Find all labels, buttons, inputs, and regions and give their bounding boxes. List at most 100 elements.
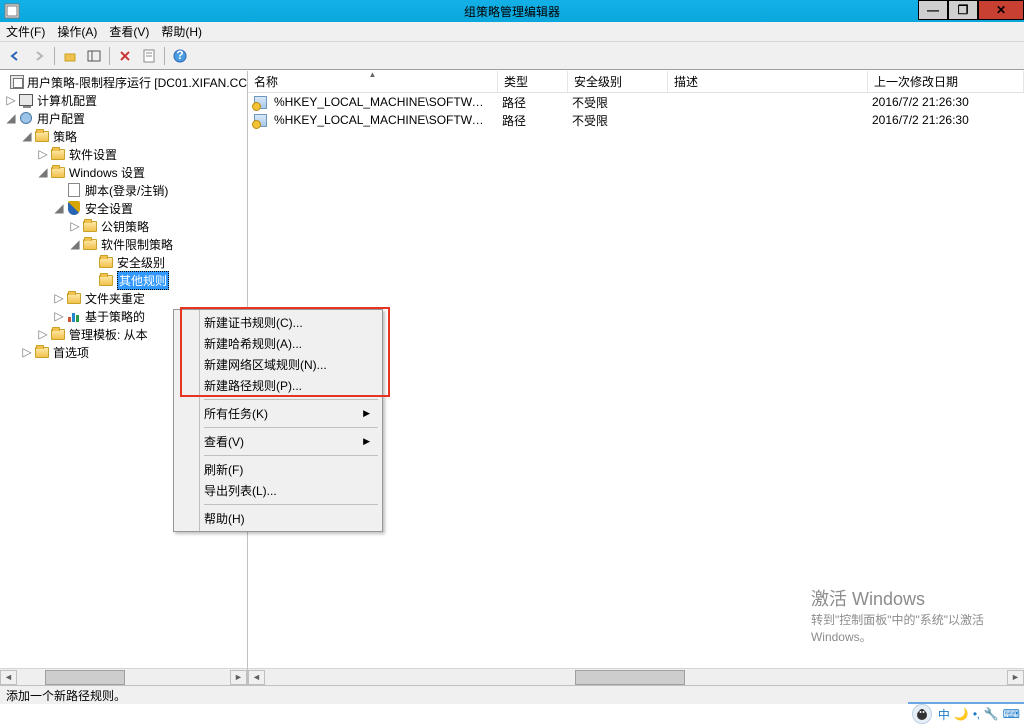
cell-name: %HKEY_LOCAL_MACHINE\SOFTWAR... <box>268 113 496 127</box>
col-label: 名称 <box>254 73 278 90</box>
collapse-icon[interactable]: ◢ <box>52 201 66 215</box>
expand-icon[interactable]: ▷ <box>52 291 66 305</box>
menu-view[interactable]: 查看(V) <box>109 23 149 40</box>
app-icon <box>4 3 20 19</box>
cell-type: 路径 <box>496 112 566 129</box>
col-desc[interactable]: 描述 <box>668 71 868 92</box>
collapse-icon[interactable]: ◢ <box>68 237 82 251</box>
toolbar-separator <box>109 47 110 65</box>
tree-folder-redirect[interactable]: ▷文件夹重定 <box>0 289 247 307</box>
forward-button[interactable] <box>28 45 50 67</box>
close-button[interactable]: ✕ <box>978 0 1024 20</box>
qq-tray-icon[interactable] <box>912 704 932 724</box>
show-hide-button[interactable] <box>83 45 105 67</box>
col-label: 类型 <box>504 73 528 90</box>
list-hscrollbar[interactable]: ◄ ► <box>248 668 1024 685</box>
tree-hscrollbar[interactable]: ◄ ► <box>0 668 247 685</box>
window-title: 组策略管理编辑器 <box>464 3 560 20</box>
expand-icon[interactable]: ▷ <box>20 345 34 359</box>
menu-help[interactable]: 帮助(H) <box>176 508 380 529</box>
col-type[interactable]: 类型 <box>498 71 568 92</box>
help-button[interactable]: ? <box>169 45 191 67</box>
scroll-right-button[interactable]: ► <box>230 670 247 685</box>
menu-label: 新建哈希规则(A)... <box>204 335 302 352</box>
col-label: 描述 <box>674 73 698 90</box>
maximize-button[interactable]: ❐ <box>948 0 978 20</box>
menu-export-list[interactable]: 导出列表(L)... <box>176 480 380 501</box>
menu-separator <box>204 399 378 400</box>
scroll-track[interactable] <box>17 670 230 685</box>
up-button[interactable] <box>59 45 81 67</box>
list-row[interactable]: %HKEY_LOCAL_MACHINE\SOFTWAR... 路径 不受限 20… <box>248 111 1024 129</box>
menu-help[interactable]: 帮助(H) <box>161 23 202 40</box>
computer-icon <box>18 92 34 108</box>
tree-scripts[interactable]: 脚本(登录/注销) <box>0 181 247 199</box>
menu-label: 所有任务(K) <box>204 405 268 422</box>
expand-icon[interactable]: ▷ <box>36 147 50 161</box>
menu-refresh[interactable]: 刷新(F) <box>176 459 380 480</box>
tree-user-config[interactable]: ◢用户配置 <box>0 109 247 127</box>
col-security[interactable]: 安全级别 <box>568 71 668 92</box>
col-name[interactable]: 名称 <box>248 71 498 92</box>
col-label: 安全级别 <box>574 73 622 90</box>
delete-button[interactable] <box>114 45 136 67</box>
menu-all-tasks[interactable]: 所有任务(K)▶ <box>176 403 380 424</box>
taskbar-fragment: 中 🌙 •‚ 🔧 ⌨ <box>908 702 1024 724</box>
scroll-left-button[interactable]: ◄ <box>0 670 17 685</box>
menu-label: 刷新(F) <box>204 461 243 478</box>
menu-action[interactable]: 操作(A) <box>57 23 97 40</box>
expand-icon[interactable]: ▷ <box>52 309 66 323</box>
tree-windows-settings[interactable]: ◢ Windows 设置 <box>0 163 247 181</box>
menu-new-hash-rule[interactable]: 新建哈希规则(A)... <box>176 333 380 354</box>
tree-security-settings[interactable]: ◢ 安全设置 <box>0 199 247 217</box>
menu-new-cert-rule[interactable]: 新建证书规则(C)... <box>176 312 380 333</box>
scroll-right-button[interactable]: ► <box>1007 670 1024 685</box>
back-button[interactable] <box>4 45 26 67</box>
tree-other-rules[interactable]: 其他规则 <box>0 271 247 289</box>
list-row[interactable]: %HKEY_LOCAL_MACHINE\SOFTWAR... 路径 不受限 20… <box>248 93 1024 111</box>
toolbar-separator <box>54 47 55 65</box>
tree-label: Windows 设置 <box>69 164 145 181</box>
cell-type: 路径 <box>496 94 566 111</box>
expand-icon[interactable]: ▷ <box>36 327 50 341</box>
tree-root[interactable]: 用户策略-限制程序运行 [DC01.XIFAN.CC <box>0 73 247 91</box>
window-controls: — ❐ ✕ <box>918 0 1024 20</box>
properties-button[interactable] <box>138 45 160 67</box>
ime-punct-icon: •‚ <box>973 707 980 721</box>
tree-security-level[interactable]: 安全级别 <box>0 253 247 271</box>
tree-computer-config[interactable]: ▷计算机配置 <box>0 91 247 109</box>
col-modified[interactable]: 上一次修改日期 <box>868 71 1024 92</box>
collapse-icon[interactable]: ◢ <box>36 165 50 179</box>
title-bar: 组策略管理编辑器 — ❐ ✕ <box>0 0 1024 22</box>
minimize-button[interactable]: — <box>918 0 948 20</box>
gp-icon <box>10 74 24 90</box>
collapse-icon[interactable]: ◢ <box>4 111 18 125</box>
registry-icon <box>252 94 268 110</box>
submenu-arrow-icon: ▶ <box>363 436 370 447</box>
menu-file[interactable]: 文件(F) <box>6 23 45 40</box>
ime-indicator[interactable]: 中 🌙 •‚ 🔧 ⌨ <box>938 706 1020 723</box>
scroll-thumb[interactable] <box>45 670 125 685</box>
expand-icon[interactable]: ▷ <box>68 219 82 233</box>
scroll-track[interactable] <box>265 670 1007 685</box>
expand-icon[interactable]: ▷ <box>4 93 18 107</box>
tree-label: 其他规则 <box>117 271 169 290</box>
script-icon <box>66 182 82 198</box>
scroll-thumb[interactable] <box>575 670 685 685</box>
scroll-left-button[interactable]: ◄ <box>248 670 265 685</box>
tree-label: 安全设置 <box>85 200 133 217</box>
menu-new-zone-rule[interactable]: 新建网络区域规则(N)... <box>176 354 380 375</box>
tree-software-restriction[interactable]: ◢软件限制策略 <box>0 235 247 253</box>
tree-label: 管理模板: 从本 <box>69 326 148 343</box>
cell-modified: 2016/7/2 21:26:30 <box>866 95 1024 109</box>
tree-software-settings[interactable]: ▷软件设置 <box>0 145 247 163</box>
toolbar: ? <box>0 42 1024 70</box>
menu-view[interactable]: 查看(V)▶ <box>176 431 380 452</box>
tree-pubkey-policy[interactable]: ▷公钥策略 <box>0 217 247 235</box>
menu-new-path-rule[interactable]: 新建路径规则(P)... <box>176 375 380 396</box>
tree-label: 脚本(登录/注销) <box>85 182 168 199</box>
folder-icon <box>66 290 82 306</box>
tree-policy[interactable]: ◢策略 <box>0 127 247 145</box>
folder-icon <box>50 326 66 342</box>
collapse-icon[interactable]: ◢ <box>20 129 34 143</box>
